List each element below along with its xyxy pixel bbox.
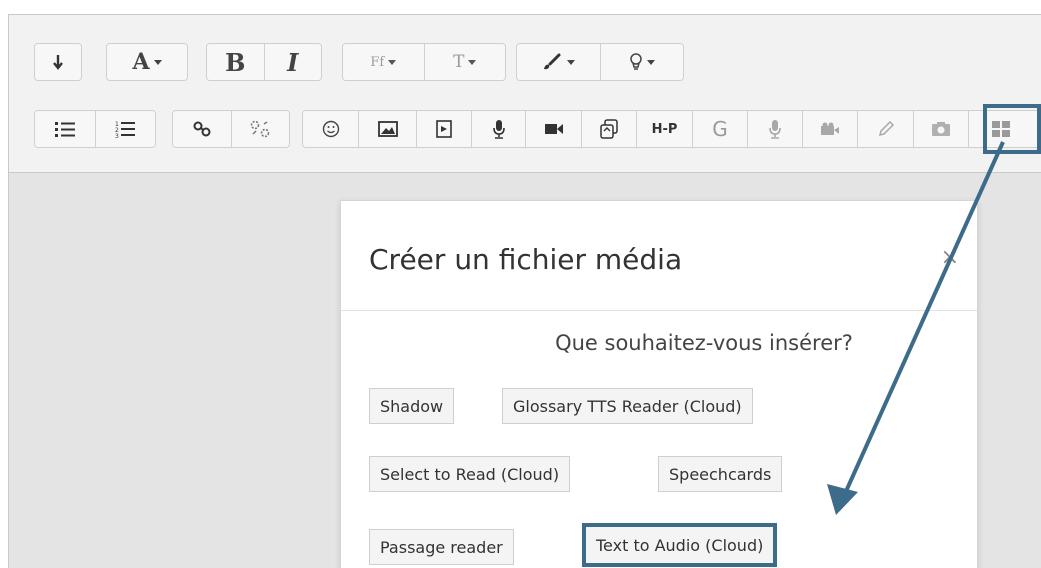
manage-files-icon [600, 119, 618, 139]
glossary-icon: G [712, 117, 728, 141]
toolbar-group-collapse [34, 43, 82, 81]
screenshot-button[interactable] [914, 111, 969, 147]
option-passage-reader[interactable]: Passage reader [369, 529, 514, 565]
microphone-icon [492, 120, 505, 139]
toolbar-group-tools [516, 43, 684, 81]
font-size-button[interactable]: T [424, 44, 505, 80]
unlink-button[interactable] [231, 111, 289, 147]
brush-button[interactable] [517, 44, 601, 80]
font-size-icon: T [453, 52, 465, 72]
svg-text:3: 3 [115, 133, 119, 138]
font-color-icon: A [132, 49, 150, 75]
emoji-icon [322, 120, 339, 138]
emoji-button[interactable] [303, 111, 359, 147]
italic-button[interactable]: I [264, 44, 321, 80]
font-family-icon: Ff [370, 54, 385, 70]
bullet-list-icon [54, 122, 75, 137]
dialog-title: Créer un fichier média [369, 243, 683, 276]
screenshot-icon [932, 122, 950, 136]
generico-button[interactable] [969, 111, 1033, 147]
record-audio-button[interactable] [748, 111, 803, 147]
unlink-icon [250, 120, 270, 138]
manage-files-button[interactable] [582, 111, 637, 147]
h5p-button[interactable]: H-P [637, 111, 693, 147]
draw-button[interactable] [858, 111, 914, 147]
numbered-list-button[interactable]: 123 [95, 111, 155, 147]
media-dialog: Créer un fichier média × Que souhaitez-v… [340, 200, 978, 568]
media-button[interactable] [417, 111, 472, 147]
record-video-button[interactable] [803, 111, 858, 147]
lightbulb-button[interactable] [600, 44, 683, 80]
chevron-down-icon [567, 59, 576, 65]
video-icon [544, 124, 563, 134]
link-button[interactable] [173, 111, 232, 147]
toolbar-group-fonts: Ff T [342, 43, 506, 81]
lightbulb-icon [630, 53, 642, 70]
record-video-icon [821, 122, 839, 135]
dialog-question: Que souhaitez-vous insérer? [555, 331, 853, 355]
toolbar-group-style: B I [206, 43, 322, 81]
font-color-button[interactable]: A [107, 44, 187, 80]
collapse-icon [53, 55, 63, 70]
option-speechcards[interactable]: Speechcards [658, 456, 783, 492]
dialog-header: Créer un fichier média × [341, 201, 977, 311]
option-select-to-read[interactable]: Select to Read (Cloud) [369, 456, 571, 492]
numbered-list-icon: 123 [115, 121, 136, 138]
bullet-list-button[interactable] [35, 111, 96, 147]
chevron-down-icon [153, 59, 162, 65]
h5p-icon: H-P [651, 121, 678, 137]
chevron-down-icon [388, 59, 397, 65]
image-button[interactable] [359, 111, 417, 147]
option-shadow[interactable]: Shadow [369, 388, 455, 424]
microphone-button[interactable] [472, 111, 526, 147]
brush-icon [544, 53, 561, 70]
font-family-button[interactable]: Ff [343, 44, 425, 80]
generico-icon [992, 121, 1010, 137]
glossary-button[interactable]: G [693, 111, 748, 147]
draw-icon [878, 120, 894, 137]
option-glossary-tts-reader[interactable]: Glossary TTS Reader (Cloud) [502, 388, 753, 424]
option-text-to-audio[interactable]: Text to Audio (Cloud) [582, 523, 778, 567]
toolbar-group-links [172, 110, 290, 148]
close-icon[interactable]: × [941, 245, 959, 270]
media-icon [436, 120, 452, 138]
toolbar-group-lists: 123 [34, 110, 156, 148]
editor-toolbar: A B I Ff T 1 2 3 H-P G [9, 15, 1041, 173]
chevron-down-icon [646, 59, 655, 65]
collapse-button[interactable] [35, 44, 81, 80]
bold-button[interactable]: B [207, 44, 265, 80]
toolbar-group-font-color: A [106, 43, 188, 81]
image-icon [377, 121, 398, 137]
record-audio-icon [769, 120, 781, 139]
video-button[interactable] [526, 111, 582, 147]
link-icon [193, 121, 211, 137]
chevron-down-icon [468, 59, 477, 65]
toolbar-group-insert: H-P G [302, 110, 1041, 148]
